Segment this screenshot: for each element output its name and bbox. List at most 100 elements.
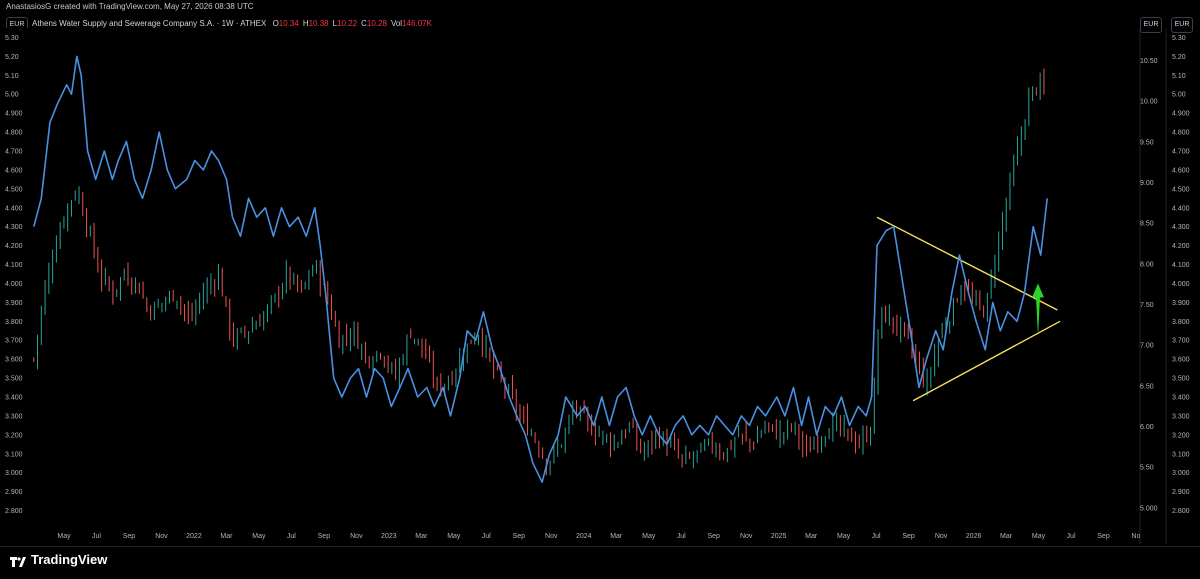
x-tick: Sep <box>123 533 136 540</box>
y-tick-left: 3.100 <box>5 451 23 458</box>
y-tick-left: 4.400 <box>5 205 23 212</box>
y-tick-right: 4.900 <box>1172 111 1190 118</box>
y-tick-right: 3.000 <box>1172 470 1190 477</box>
y-tick-left: 4.600 <box>5 167 23 174</box>
x-tick: Sep <box>902 533 915 540</box>
y-tick-left: 5.20 <box>5 54 19 61</box>
x-tick: May <box>837 533 851 540</box>
x-tick: Jul <box>92 533 101 540</box>
y-tick-left: 3.300 <box>5 413 23 420</box>
x-tick: May <box>1032 533 1046 540</box>
y-tick-mid: 7.00 <box>1140 343 1154 350</box>
y-tick-right: 4.200 <box>1172 243 1190 250</box>
x-tick: Mar <box>610 533 623 540</box>
x-tick: 2026 <box>966 533 982 540</box>
y-tick-right: 5.00 <box>1172 92 1186 99</box>
y-tick-mid: 8.50 <box>1140 221 1154 228</box>
x-tick: 2025 <box>771 533 787 540</box>
y-tick-mid: 5.50 <box>1140 465 1154 472</box>
y-tick-right: 4.700 <box>1172 149 1190 156</box>
y-tick-left: 5.30 <box>5 35 19 42</box>
y-tick-right: 5.30 <box>1172 35 1186 42</box>
y-tick-left: 4.100 <box>5 262 23 269</box>
y-tick-right: 3.100 <box>1172 451 1190 458</box>
y-tick-right: 5.10 <box>1172 73 1186 80</box>
y-tick-mid: 10.50 <box>1140 58 1158 65</box>
y-tick-left: 2.800 <box>5 508 23 515</box>
y-tick-mid: 9.50 <box>1140 139 1154 146</box>
x-tick: Nov <box>545 533 558 540</box>
footer-bar <box>0 546 1200 579</box>
y-tick-right: 5.20 <box>1172 54 1186 61</box>
y-tick-left: 3.800 <box>5 319 23 326</box>
y-tick-right: 2.900 <box>1172 489 1190 496</box>
y-tick-right: 4.300 <box>1172 224 1190 231</box>
y-tick-mid: 5.000 <box>1140 505 1158 512</box>
y-tick-right: 3.200 <box>1172 432 1190 439</box>
x-tick: May <box>447 533 461 540</box>
tradingview-logo-icon <box>10 555 26 567</box>
x-tick: 2023 <box>381 533 397 540</box>
brand-name: TradingView <box>31 552 108 567</box>
y-tick-right: 2.800 <box>1172 508 1190 515</box>
y-tick-left: 3.400 <box>5 395 23 402</box>
y-tick-right: 3.300 <box>1172 413 1190 420</box>
x-tick: Sep <box>318 533 331 540</box>
y-tick-left: 4.200 <box>5 243 23 250</box>
y-tick-left: 4.000 <box>5 281 23 288</box>
overlay-series-line <box>33 55 1048 484</box>
x-tick: Nov <box>935 533 948 540</box>
y-tick-right: 3.700 <box>1172 338 1190 345</box>
y-tick-right: 4.800 <box>1172 130 1190 137</box>
x-tick: May <box>57 533 71 540</box>
x-tick: Sep <box>707 533 720 540</box>
y-tick-mid: 6.00 <box>1140 424 1154 431</box>
x-tick: Jul <box>482 533 491 540</box>
x-tick: May <box>642 533 656 540</box>
y-tick-left: 5.10 <box>5 73 19 80</box>
y-tick-left: 3.500 <box>5 376 23 383</box>
y-tick-left: 4.900 <box>5 111 23 118</box>
x-tick: Jul <box>287 533 296 540</box>
y-tick-mid: 7.50 <box>1140 302 1154 309</box>
x-tick: No <box>1132 533 1141 540</box>
x-tick: Mar <box>805 533 818 540</box>
x-tick: Sep <box>513 533 526 540</box>
y-tick-right: 3.900 <box>1172 300 1190 307</box>
y-tick-mid: 8.00 <box>1140 261 1154 268</box>
x-tick: Mar <box>415 533 428 540</box>
x-tick: Nov <box>155 533 168 540</box>
y-tick-right: 3.800 <box>1172 319 1190 326</box>
y-tick-left: 3.000 <box>5 470 23 477</box>
y-tick-left: 5.00 <box>5 92 19 99</box>
y-tick-right: 3.400 <box>1172 395 1190 402</box>
y-tick-left: 2.900 <box>5 489 23 496</box>
x-tick: Nov <box>740 533 753 540</box>
y-tick-mid: 6.50 <box>1140 383 1154 390</box>
y-tick-mid: 9.00 <box>1140 180 1154 187</box>
x-tick: Nov <box>350 533 363 540</box>
y-tick-left: 3.900 <box>5 300 23 307</box>
y-tick-left: 4.500 <box>5 186 23 193</box>
y-tick-right: 4.400 <box>1172 205 1190 212</box>
y-tick-left: 4.300 <box>5 224 23 231</box>
y-tick-left: 4.700 <box>5 149 23 156</box>
y-tick-right: 3.500 <box>1172 376 1190 383</box>
tradingview-logo[interactable]: TradingView <box>10 552 107 567</box>
y-tick-right: 3.600 <box>1172 357 1190 364</box>
x-tick: Sep <box>1097 533 1110 540</box>
x-tick: Mar <box>220 533 233 540</box>
y-tick-left: 3.600 <box>5 357 23 364</box>
y-tick-left: 3.200 <box>5 432 23 439</box>
y-tick-left: 4.800 <box>5 130 23 137</box>
y-tick-right: 4.100 <box>1172 262 1190 269</box>
price-chart[interactable]: 5.30 5.20 5.10 5.00 4.900 4.800 4.700 4.600 4.50… <box>0 0 1200 546</box>
x-tick: Jul <box>677 533 686 540</box>
y-tick-right: 4.000 <box>1172 281 1190 288</box>
x-tick: Mar <box>1000 533 1013 540</box>
x-tick: Jul <box>872 533 881 540</box>
x-tick: Jul <box>1067 533 1076 540</box>
y-tick-right: 4.500 <box>1172 186 1190 193</box>
y-tick-left: 3.700 <box>5 338 23 345</box>
x-tick: 2024 <box>576 533 592 540</box>
